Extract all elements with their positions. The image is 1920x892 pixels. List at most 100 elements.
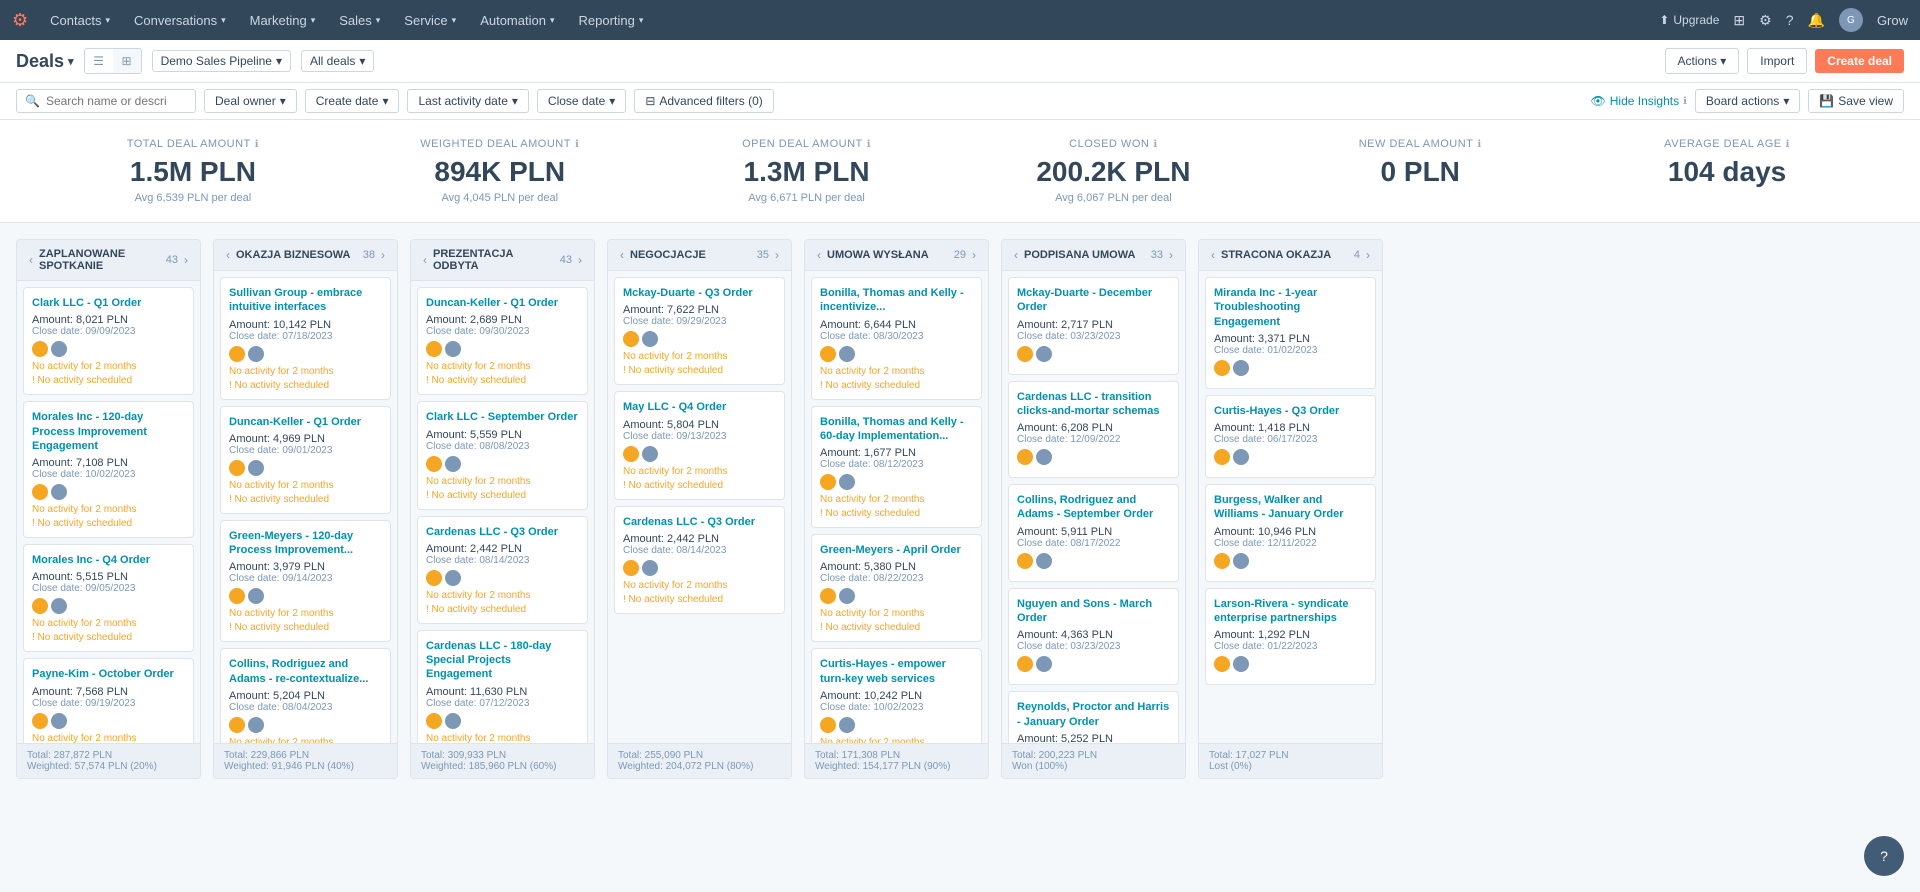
deal-card[interactable]: Morales Inc - Q4 Order Amount: 5,515 PLN… bbox=[23, 544, 194, 652]
column-prev-icon[interactable]: ‹ bbox=[421, 253, 429, 267]
deal-card[interactable]: Burgess, Walker and Williams - January O… bbox=[1205, 484, 1376, 582]
save-view-button[interactable]: 💾 Save view bbox=[1808, 89, 1904, 113]
deal-card[interactable]: Cardenas LLC - 180-day Special Projects … bbox=[417, 630, 588, 743]
column-next-icon[interactable]: › bbox=[1364, 248, 1372, 262]
marketplace-icon[interactable]: ⊞ bbox=[1733, 12, 1745, 29]
info-icon[interactable]: ℹ bbox=[1153, 139, 1157, 150]
deal-card[interactable]: Mckay-Duarte - December Order Amount: 2,… bbox=[1008, 277, 1179, 375]
info-icon[interactable]: ℹ bbox=[1786, 139, 1790, 150]
deal-card[interactable]: Bonilla, Thomas and Kelly - incentivize.… bbox=[811, 277, 982, 400]
deal-card[interactable]: Miranda Inc - 1-year Troubleshooting Eng… bbox=[1205, 277, 1376, 389]
hubspot-logo[interactable]: ⚙ bbox=[12, 10, 28, 31]
deal-card[interactable]: Duncan-Keller - Q1 Order Amount: 4,969 P… bbox=[220, 406, 391, 514]
column-prev-icon[interactable]: ‹ bbox=[618, 248, 626, 262]
deal-card[interactable]: Nguyen and Sons - March Order Amount: 4,… bbox=[1008, 588, 1179, 686]
avatar bbox=[32, 713, 48, 729]
deal-card[interactable]: Bonilla, Thomas and Kelly - 60-day Imple… bbox=[811, 406, 982, 529]
actions-button[interactable]: Actions ▾ bbox=[1665, 48, 1740, 74]
deal-card[interactable]: Sullivan Group - embrace intuitive inter… bbox=[220, 277, 391, 400]
settings-icon[interactable]: ⚙ bbox=[1759, 12, 1772, 29]
board-container: ‹ ZAPLANOWANE SPOTKANIE 43 › Clark LLC -… bbox=[0, 223, 1920, 795]
deal-card[interactable]: Clark LLC - September Order Amount: 5,55… bbox=[417, 401, 588, 509]
help-icon[interactable]: ? bbox=[1786, 12, 1794, 28]
deal-card[interactable]: Reynolds, Proctor and Harris - January O… bbox=[1008, 691, 1179, 743]
column-next-icon[interactable]: › bbox=[576, 253, 584, 267]
avatar bbox=[839, 717, 855, 733]
card-avatars bbox=[820, 474, 973, 490]
create-deal-button[interactable]: Create deal bbox=[1815, 49, 1904, 73]
info-icon[interactable]: ℹ bbox=[255, 139, 259, 150]
column-prev-icon[interactable]: ‹ bbox=[1209, 248, 1217, 262]
nav-reporting[interactable]: Reporting ▾ bbox=[568, 0, 653, 40]
nav-conversations[interactable]: Conversations ▾ bbox=[124, 0, 236, 40]
deal-card[interactable]: Larson-Rivera - syndicate enterprise par… bbox=[1205, 588, 1376, 686]
column-footer: Total: 200,223 PLN Won (100%) bbox=[1002, 743, 1185, 778]
column-prev-icon[interactable]: ‹ bbox=[1012, 248, 1020, 262]
deal-card[interactable]: Green-Meyers - April Order Amount: 5,380… bbox=[811, 534, 982, 642]
deal-card[interactable]: May LLC - Q4 Order Amount: 5,804 PLN Clo… bbox=[614, 391, 785, 499]
deal-card[interactable]: Curtis-Hayes - empower turn-key web serv… bbox=[811, 648, 982, 743]
import-button[interactable]: Import bbox=[1747, 48, 1807, 74]
deal-card[interactable]: Curtis-Hayes - Q3 Order Amount: 1,418 PL… bbox=[1205, 395, 1376, 478]
nav-contacts[interactable]: Contacts ▾ bbox=[40, 0, 120, 40]
upgrade-button[interactable]: ⬆ Upgrade bbox=[1659, 13, 1719, 27]
nav-automation[interactable]: Automation ▾ bbox=[470, 0, 564, 40]
column-next-icon[interactable]: › bbox=[182, 253, 190, 267]
board-actions-button[interactable]: Board actions ▾ bbox=[1695, 89, 1800, 113]
deal-card[interactable]: Mckay-Duarte - Q3 Order Amount: 7,622 PL… bbox=[614, 277, 785, 385]
deal-card[interactable]: Morales Inc - 120-day Process Improvemen… bbox=[23, 401, 194, 538]
card-amount: Amount: 5,804 PLN bbox=[623, 419, 776, 431]
avatar bbox=[623, 446, 639, 462]
deal-card[interactable]: Clark LLC - Q1 Order Amount: 8,021 PLN C… bbox=[23, 287, 194, 395]
card-amount: Amount: 5,911 PLN bbox=[1017, 526, 1170, 538]
column-next-icon[interactable]: › bbox=[773, 248, 781, 262]
column-prev-icon[interactable]: ‹ bbox=[815, 248, 823, 262]
all-deals-filter[interactable]: All deals ▾ bbox=[301, 50, 374, 72]
deal-card[interactable]: Collins, Rodriguez and Adams - re-contex… bbox=[220, 648, 391, 743]
info-icon[interactable]: ℹ bbox=[867, 139, 871, 150]
board-view-button[interactable]: ⊞ bbox=[113, 49, 141, 73]
info-icon[interactable]: ℹ bbox=[1477, 139, 1481, 150]
deal-card[interactable]: Collins, Rodriguez and Adams - September… bbox=[1008, 484, 1179, 582]
avatar bbox=[1233, 553, 1249, 569]
hide-insights-button[interactable]: 👁 Hide Insights ℹ bbox=[1591, 94, 1687, 108]
search-box[interactable]: 🔍 bbox=[16, 89, 196, 113]
column-prev-icon[interactable]: ‹ bbox=[224, 248, 232, 262]
deal-card[interactable]: Cardenas LLC - transition clicks-and-mor… bbox=[1008, 381, 1179, 479]
deal-card[interactable]: Payne-Kim - October Order Amount: 7,568 … bbox=[23, 658, 194, 743]
column-prev-icon[interactable]: ‹ bbox=[27, 253, 35, 267]
close-date-filter[interactable]: Close date ▾ bbox=[537, 89, 626, 113]
card-title: Payne-Kim - October Order bbox=[32, 667, 185, 681]
nav-service[interactable]: Service ▾ bbox=[394, 0, 466, 40]
deal-owner-filter[interactable]: Deal owner ▾ bbox=[204, 89, 297, 113]
column-header: ‹ NEGOCJACJE 35 › bbox=[608, 240, 791, 271]
deal-card[interactable]: Cardenas LLC - Q3 Order Amount: 2,442 PL… bbox=[614, 506, 785, 614]
card-date: Close date: 07/18/2023 bbox=[229, 331, 382, 342]
nav-marketing[interactable]: Marketing ▾ bbox=[240, 0, 326, 40]
pipeline-select[interactable]: Demo Sales Pipeline ▾ bbox=[152, 50, 291, 72]
user-name[interactable]: Grow bbox=[1877, 13, 1908, 28]
help-button[interactable]: ? bbox=[1864, 836, 1904, 876]
column-next-icon[interactable]: › bbox=[1167, 248, 1175, 262]
card-activity: No activity for 2 months bbox=[623, 580, 776, 591]
avatar bbox=[642, 446, 658, 462]
last-activity-filter[interactable]: Last activity date ▾ bbox=[407, 89, 528, 113]
deal-card[interactable]: Green-Meyers - 120-day Process Improveme… bbox=[220, 520, 391, 643]
list-view-button[interactable]: ☰ bbox=[85, 49, 113, 73]
search-input[interactable] bbox=[46, 94, 166, 108]
card-date: Close date: 03/23/2023 bbox=[1017, 641, 1170, 652]
info-icon[interactable]: ℹ bbox=[575, 139, 579, 150]
deals-title[interactable]: Deals ▾ bbox=[16, 51, 74, 72]
create-date-filter[interactable]: Create date ▾ bbox=[305, 89, 400, 113]
deal-card[interactable]: Cardenas LLC - Q3 Order Amount: 2,442 PL… bbox=[417, 516, 588, 624]
avatar bbox=[248, 588, 264, 604]
column-next-icon[interactable]: › bbox=[379, 248, 387, 262]
card-avatars bbox=[623, 331, 776, 347]
deal-card[interactable]: Duncan-Keller - Q1 Order Amount: 2,689 P… bbox=[417, 287, 588, 395]
column-next-icon[interactable]: › bbox=[970, 248, 978, 262]
notifications-icon[interactable]: 🔔 bbox=[1808, 12, 1825, 29]
nav-sales[interactable]: Sales ▾ bbox=[329, 0, 390, 40]
user-avatar[interactable]: G bbox=[1839, 8, 1863, 32]
advanced-filters-button[interactable]: ⊟ Advanced filters (0) bbox=[634, 89, 773, 113]
column-body: Duncan-Keller - Q1 Order Amount: 2,689 P… bbox=[411, 281, 594, 743]
